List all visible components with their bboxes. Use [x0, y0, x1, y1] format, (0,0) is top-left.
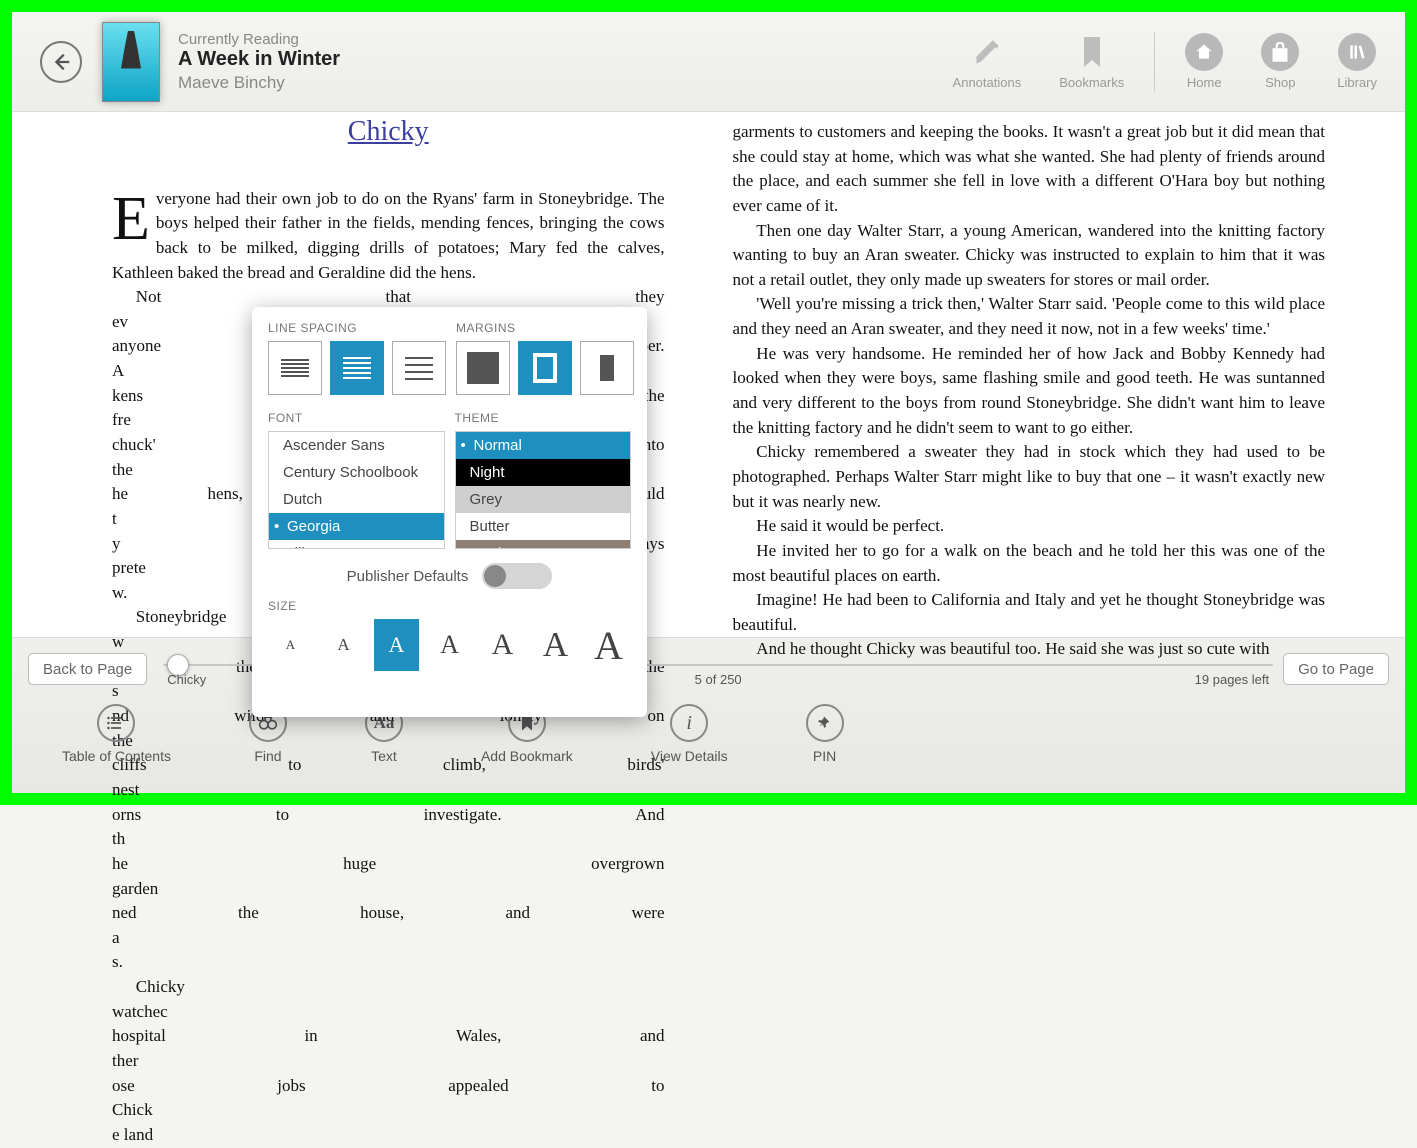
- chapter-title: Chicky: [112, 112, 665, 153]
- shopping-bag-icon: [1261, 33, 1299, 71]
- line-spacing-tight[interactable]: [268, 341, 322, 395]
- theme-option-normal[interactable]: Normal: [456, 432, 631, 459]
- publisher-defaults-toggle[interactable]: [482, 563, 552, 589]
- theme-label: THEME: [455, 411, 632, 425]
- pin-icon: [806, 704, 844, 742]
- home-icon: [1185, 33, 1223, 71]
- top-bar: Currently Reading A Week in Winter Maeve…: [12, 12, 1405, 112]
- library-button[interactable]: Library: [1337, 33, 1377, 90]
- font-size-2[interactable]: A: [321, 619, 366, 671]
- paragraph: Everyone had their own job to do on the …: [112, 187, 665, 286]
- highlighter-icon: [968, 33, 1006, 71]
- margins-label: MARGINS: [456, 321, 634, 335]
- page-right: garments to customers and keeping the bo…: [709, 112, 1406, 637]
- view-details-button[interactable]: i View Details: [651, 704, 728, 764]
- margins-medium[interactable]: [518, 341, 572, 395]
- bookmarks-button[interactable]: Bookmarks: [1059, 33, 1124, 90]
- size-label: SIZE: [268, 599, 631, 613]
- paragraph: Chicky remembered a sweater they had in …: [733, 440, 1326, 514]
- back-to-page-button[interactable]: Back to Page: [28, 653, 147, 685]
- paragraph: Chicky watchec hospital in Wales, and th…: [112, 975, 665, 1147]
- font-size-row: A A A A A A A: [268, 619, 631, 671]
- text-settings-popup: LINE SPACING MARGINS FONT Ascender Sans …: [252, 307, 647, 717]
- book-title: A Week in Winter: [178, 48, 340, 71]
- arrow-left-icon: [50, 51, 72, 73]
- margins-large[interactable]: [580, 341, 634, 395]
- pages-left-label: 19 pages left: [1195, 672, 1269, 687]
- list-icon: [97, 704, 135, 742]
- shop-button[interactable]: Shop: [1261, 33, 1299, 90]
- info-icon: i: [670, 704, 708, 742]
- reading-area[interactable]: Chicky Everyone had their own job to do …: [12, 112, 1405, 637]
- theme-option-mocha[interactable]: Mocha: [456, 540, 631, 549]
- font-option-selected[interactable]: Georgia: [269, 513, 444, 540]
- back-button[interactable]: [40, 41, 82, 83]
- theme-option-night[interactable]: Night: [456, 459, 631, 486]
- font-option[interactable]: Gill Sans: [269, 540, 444, 549]
- paragraph: Then one day Walter Starr, a young Ameri…: [733, 219, 1326, 293]
- home-button[interactable]: Home: [1185, 33, 1223, 90]
- page-position-label: 5 of 250: [695, 672, 742, 687]
- theme-list[interactable]: Normal Night Grey Butter Mocha: [455, 431, 632, 549]
- paragraph: He was very handsome. He reminded her of…: [733, 342, 1326, 441]
- line-spacing-medium[interactable]: [330, 341, 384, 395]
- font-size-6[interactable]: A: [533, 619, 578, 671]
- divider: [1154, 32, 1155, 92]
- publisher-defaults-label: Publisher Defaults: [347, 568, 469, 585]
- font-option[interactable]: Ascender Sans: [269, 432, 444, 459]
- paragraph: 'Well you're missing a trick then,' Walt…: [733, 292, 1326, 341]
- theme-option-butter[interactable]: Butter: [456, 513, 631, 540]
- font-size-3[interactable]: A: [374, 619, 419, 671]
- margins-small[interactable]: [456, 341, 510, 395]
- pin-button[interactable]: PIN: [806, 704, 844, 764]
- currently-reading-label: Currently Reading: [178, 31, 340, 48]
- font-label: FONT: [268, 411, 445, 425]
- font-size-4[interactable]: A: [427, 619, 472, 671]
- library-icon: [1338, 33, 1376, 71]
- paragraph: He invited her to go for a walk on the b…: [733, 539, 1326, 588]
- font-option[interactable]: Century Schoolbook: [269, 459, 444, 486]
- slider-chapter-label: Chicky: [167, 672, 206, 687]
- font-size-1[interactable]: A: [268, 619, 313, 671]
- font-option[interactable]: Dutch: [269, 486, 444, 513]
- go-to-page-button[interactable]: Go to Page: [1283, 653, 1389, 685]
- font-list[interactable]: Ascender Sans Century Schoolbook Dutch G…: [268, 431, 445, 549]
- font-size-7[interactable]: A: [586, 619, 631, 671]
- line-spacing-label: LINE SPACING: [268, 321, 446, 335]
- line-spacing-loose[interactable]: [392, 341, 446, 395]
- paragraph: Imagine! He had been to California and I…: [733, 588, 1326, 637]
- book-info: Currently Reading A Week in Winter Maeve…: [178, 31, 340, 93]
- annotations-button[interactable]: Annotations: [953, 33, 1022, 90]
- theme-option-grey[interactable]: Grey: [456, 486, 631, 513]
- font-size-5[interactable]: A: [480, 619, 525, 671]
- paragraph: He said it would be perfect.: [733, 514, 1326, 539]
- paragraph: garments to customers and keeping the bo…: [733, 120, 1326, 219]
- book-cover-thumbnail[interactable]: [102, 22, 160, 102]
- book-author: Maeve Binchy: [178, 73, 340, 93]
- bookmark-icon: [1073, 33, 1111, 71]
- toc-button[interactable]: Table of Contents: [62, 704, 171, 764]
